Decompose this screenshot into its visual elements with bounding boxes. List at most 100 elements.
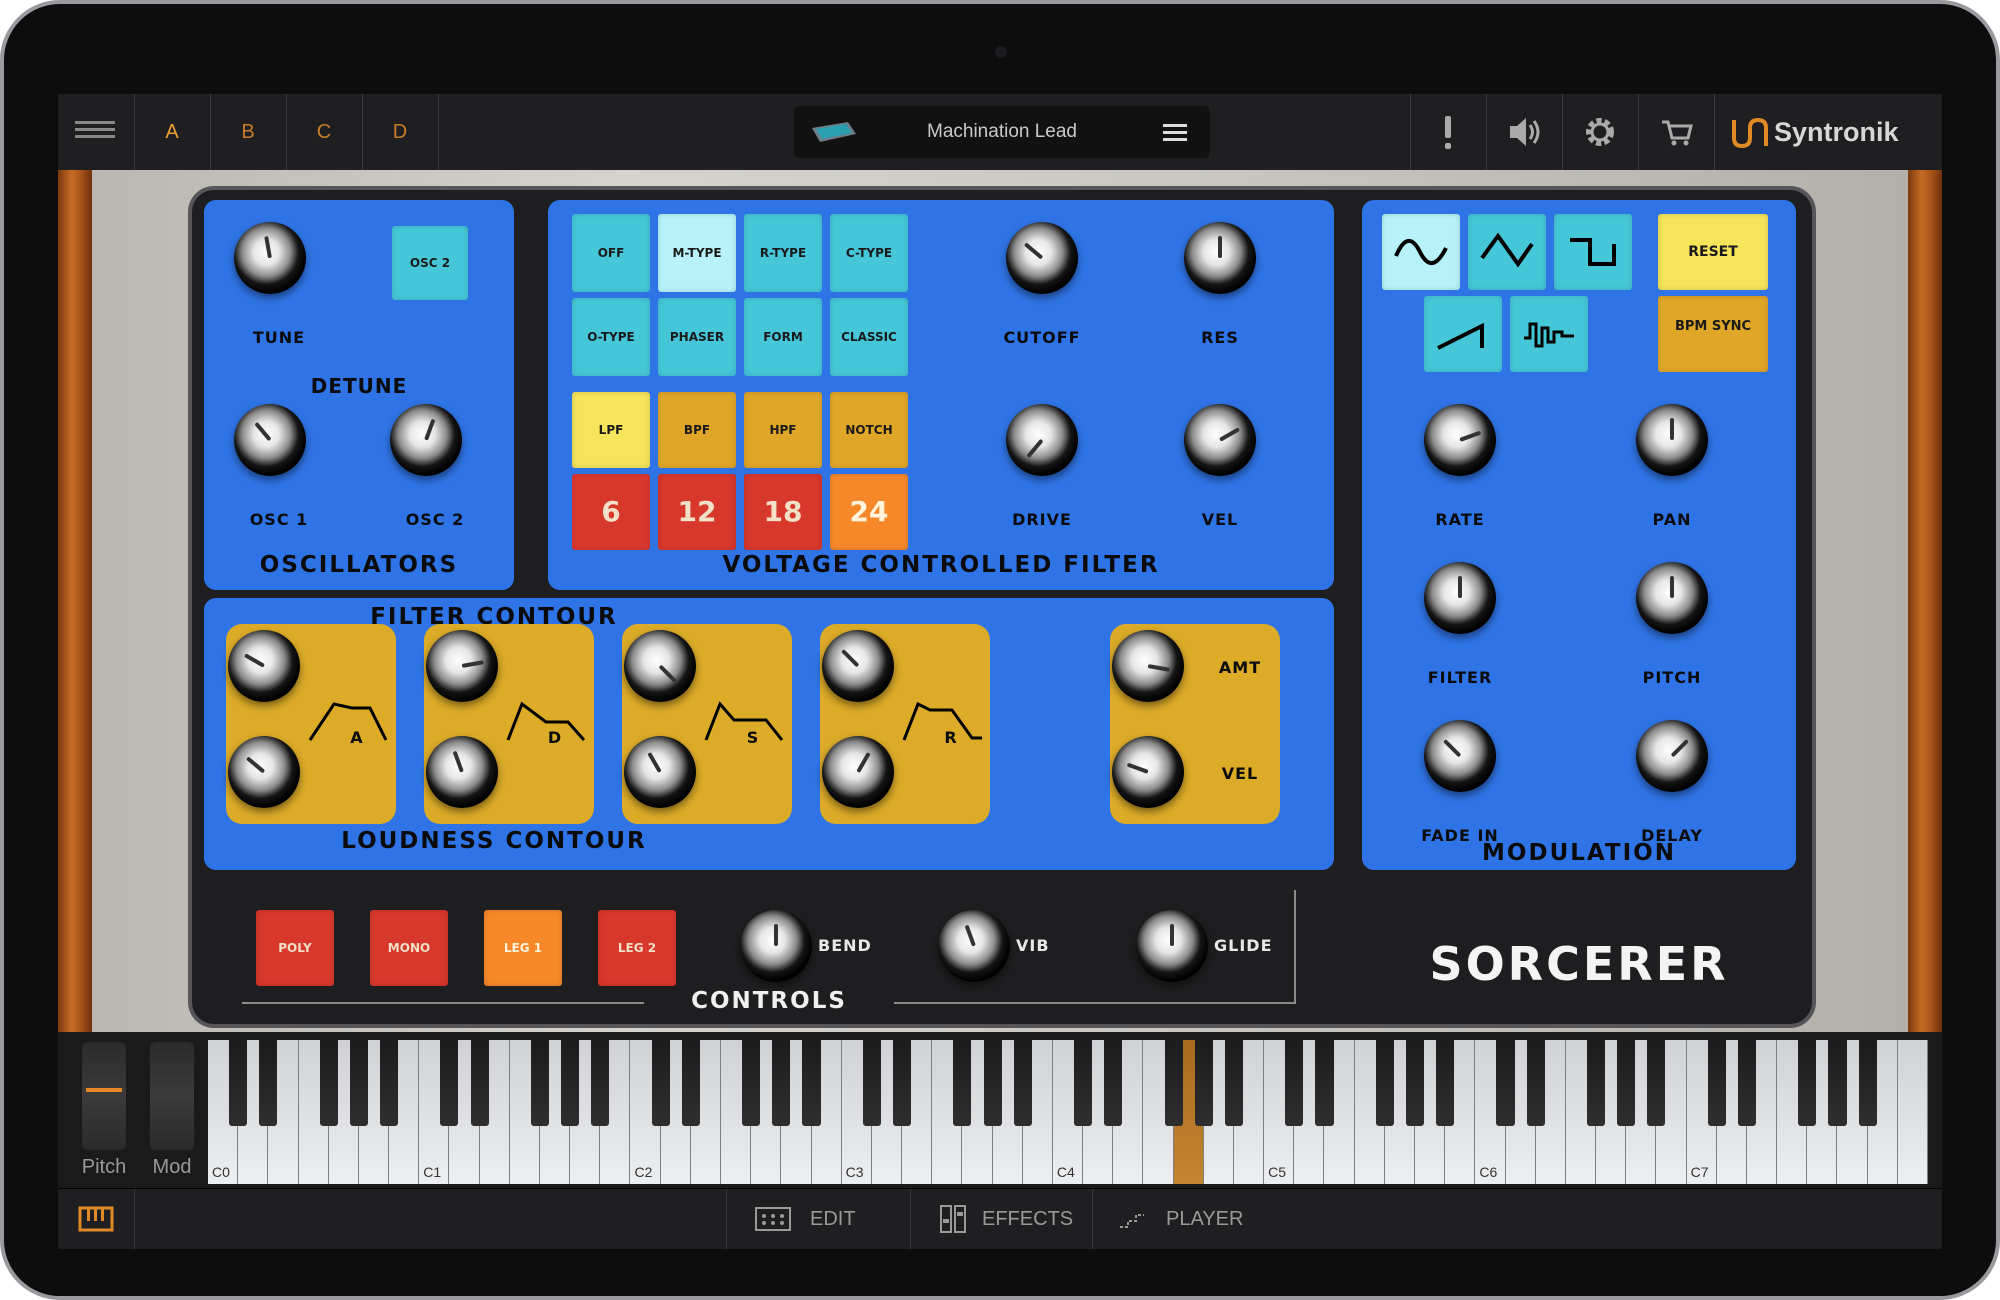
black-key[interactable] bbox=[983, 1040, 1002, 1126]
black-key[interactable] bbox=[1104, 1040, 1123, 1126]
player-tab[interactable]: PLAYER bbox=[1114, 1189, 1274, 1249]
black-key[interactable] bbox=[561, 1040, 580, 1126]
black-key[interactable] bbox=[530, 1040, 549, 1126]
lfo-rate-knob[interactable] bbox=[1424, 404, 1496, 476]
black-key[interactable] bbox=[772, 1040, 791, 1126]
black-key[interactable] bbox=[259, 1040, 278, 1126]
set-a-button[interactable]: A bbox=[134, 94, 210, 170]
loudness-decay-knob[interactable] bbox=[426, 736, 498, 808]
black-key[interactable] bbox=[1737, 1040, 1756, 1126]
filter-decay-knob[interactable] bbox=[426, 630, 498, 702]
black-key[interactable] bbox=[349, 1040, 368, 1126]
glide-knob[interactable] bbox=[1136, 910, 1208, 982]
filter-type-c-button[interactable]: C-TYPE bbox=[830, 214, 908, 292]
loudness-release-knob[interactable] bbox=[822, 736, 894, 808]
lfo-pan-knob[interactable] bbox=[1636, 404, 1708, 476]
black-key[interactable] bbox=[953, 1040, 972, 1126]
black-key[interactable] bbox=[470, 1040, 489, 1126]
lfo-square-button[interactable] bbox=[1554, 214, 1632, 290]
black-key[interactable] bbox=[1617, 1040, 1636, 1126]
white-key[interactable] bbox=[1897, 1040, 1928, 1184]
set-b-button[interactable]: B bbox=[210, 94, 286, 170]
effects-tab[interactable]: EFFECTS bbox=[932, 1189, 1102, 1249]
lfo-reset-button[interactable]: RESET bbox=[1658, 214, 1768, 290]
filter-env-vel-knob[interactable] bbox=[1112, 736, 1184, 808]
legato2-button[interactable]: LEG 2 bbox=[598, 910, 676, 986]
lfo-bpm-sync-button[interactable]: BPM SYNC bbox=[1658, 296, 1768, 372]
black-key[interactable] bbox=[1496, 1040, 1515, 1126]
legato1-button[interactable]: LEG 1 bbox=[484, 910, 562, 986]
lfo-pitch-knob[interactable] bbox=[1636, 562, 1708, 634]
black-key[interactable] bbox=[1436, 1040, 1455, 1126]
black-key[interactable] bbox=[892, 1040, 912, 1126]
black-key[interactable] bbox=[1647, 1040, 1666, 1126]
filter-mode-lpf-button[interactable]: LPF bbox=[572, 392, 650, 468]
filter-slope-24-button[interactable]: 24 bbox=[830, 474, 908, 550]
black-key[interactable] bbox=[1707, 1040, 1726, 1126]
filter-type-m-button[interactable]: M-TYPE bbox=[658, 214, 736, 292]
lfo-sawtooth-button[interactable] bbox=[1424, 296, 1502, 372]
mono-button[interactable]: MONO bbox=[370, 910, 448, 986]
black-key[interactable] bbox=[1074, 1040, 1093, 1126]
filter-type-form-button[interactable]: FORM bbox=[744, 298, 822, 376]
filter-slope-12-button[interactable]: 12 bbox=[658, 474, 736, 550]
menu-button[interactable] bbox=[58, 94, 134, 170]
poly-button[interactable]: POLY bbox=[256, 910, 334, 986]
black-key[interactable] bbox=[862, 1040, 881, 1126]
filter-slope-6-button[interactable]: 6 bbox=[572, 474, 650, 550]
black-key[interactable] bbox=[1858, 1040, 1877, 1126]
black-key[interactable] bbox=[1375, 1040, 1394, 1126]
lfo-delay-knob[interactable] bbox=[1636, 720, 1708, 792]
black-key[interactable] bbox=[742, 1040, 761, 1126]
filter-mode-hpf-button[interactable]: HPF bbox=[744, 392, 822, 468]
keyboard-toggle-button[interactable] bbox=[58, 1189, 134, 1249]
black-key[interactable] bbox=[1828, 1040, 1847, 1126]
preset-list-icon[interactable] bbox=[1160, 118, 1190, 146]
cutoff-knob[interactable] bbox=[1006, 222, 1078, 294]
lfo-sine-button[interactable] bbox=[1382, 214, 1460, 290]
black-key[interactable] bbox=[1526, 1040, 1545, 1126]
settings-button[interactable] bbox=[1562, 94, 1638, 170]
black-key[interactable] bbox=[380, 1040, 399, 1126]
filter-env-amt-knob[interactable] bbox=[1112, 630, 1184, 702]
black-key[interactable] bbox=[651, 1040, 670, 1126]
mod-wheel[interactable] bbox=[150, 1042, 194, 1150]
filter-type-r-button[interactable]: R-TYPE bbox=[744, 214, 822, 292]
black-key[interactable] bbox=[681, 1040, 700, 1126]
filter-attack-knob[interactable] bbox=[228, 630, 300, 702]
bend-knob[interactable] bbox=[740, 910, 812, 982]
black-key[interactable] bbox=[440, 1040, 459, 1126]
vel-knob[interactable] bbox=[1184, 404, 1256, 476]
black-key[interactable] bbox=[319, 1040, 338, 1126]
black-key[interactable] bbox=[591, 1040, 610, 1126]
shop-button[interactable] bbox=[1638, 94, 1714, 170]
black-key[interactable] bbox=[1798, 1040, 1817, 1126]
black-key[interactable] bbox=[1405, 1040, 1425, 1126]
filter-type-off-button[interactable]: OFF bbox=[572, 214, 650, 292]
alert-button[interactable] bbox=[1410, 94, 1486, 170]
vib-knob[interactable] bbox=[938, 910, 1010, 982]
filter-type-o-button[interactable]: O-TYPE bbox=[572, 298, 650, 376]
preset-selector[interactable]: Machination Lead bbox=[794, 106, 1210, 158]
osc1-detune-knob[interactable] bbox=[234, 404, 306, 476]
pitch-wheel[interactable] bbox=[82, 1042, 126, 1150]
drive-knob[interactable] bbox=[1006, 404, 1078, 476]
osc2-detune-knob[interactable] bbox=[390, 404, 462, 476]
black-key[interactable] bbox=[1194, 1040, 1213, 1126]
volume-button[interactable] bbox=[1486, 94, 1562, 170]
lfo-fade-in-knob[interactable] bbox=[1424, 720, 1496, 792]
black-key[interactable] bbox=[1285, 1040, 1304, 1126]
black-key[interactable] bbox=[229, 1040, 248, 1126]
filter-type-phaser-button[interactable]: PHASER bbox=[658, 298, 736, 376]
black-key[interactable] bbox=[802, 1040, 821, 1126]
filter-mode-bpf-button[interactable]: BPF bbox=[658, 392, 736, 468]
osc2-sync-button[interactable]: OSC 2 bbox=[392, 226, 468, 300]
lfo-sample-hold-button[interactable] bbox=[1510, 296, 1588, 372]
set-c-button[interactable]: C bbox=[286, 94, 362, 170]
black-key[interactable] bbox=[1224, 1040, 1243, 1126]
filter-mode-notch-button[interactable]: NOTCH bbox=[830, 392, 908, 468]
filter-slope-18-button[interactable]: 18 bbox=[744, 474, 822, 550]
filter-type-classic-button[interactable]: CLASSIC bbox=[830, 298, 908, 376]
lfo-triangle-button[interactable] bbox=[1468, 214, 1546, 290]
black-key[interactable] bbox=[1164, 1040, 1183, 1126]
